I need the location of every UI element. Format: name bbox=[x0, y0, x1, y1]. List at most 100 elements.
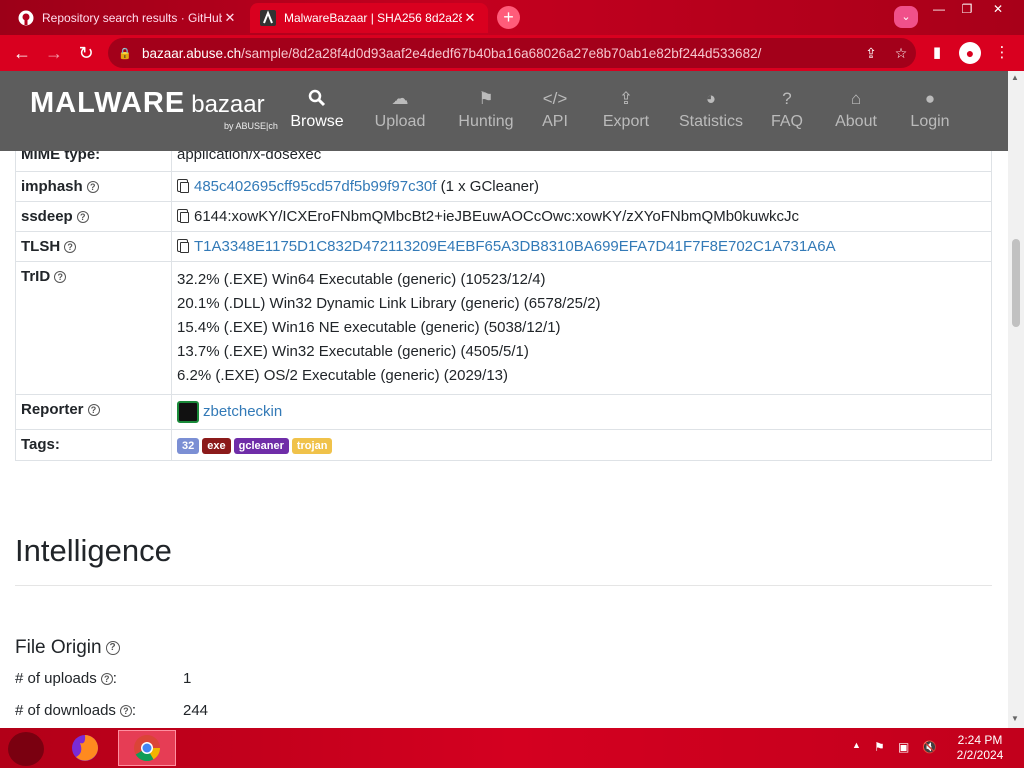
tlsh-link[interactable]: T1A3348E1175D1C832D472113209E4EBF65A3DB8… bbox=[194, 238, 836, 255]
help-icon[interactable]: ? bbox=[87, 404, 100, 417]
copy-icon[interactable] bbox=[177, 179, 189, 193]
reporter-avatar bbox=[177, 401, 199, 423]
side-panel-icon[interactable]: ▮ bbox=[926, 43, 948, 61]
table-row: TrID? 32.2% (.EXE) Win64 Executable (gen… bbox=[15, 261, 992, 395]
url-text[interactable]: bazaar.abuse.ch/sample/8d2a28f4d0d93aaf2… bbox=[142, 46, 856, 61]
nav-about[interactable]: ⌂ About bbox=[832, 89, 880, 131]
downloads-row: # of downloads?: 244 bbox=[15, 702, 209, 719]
table-row: Tags: 32 exe gcleaner trojan bbox=[15, 429, 992, 461]
uploads-value: 1 bbox=[183, 670, 192, 687]
malwarebazaar-logo[interactable]: MALWARE bazaar by ABUSE|ch bbox=[30, 87, 278, 131]
code-icon: </> bbox=[542, 89, 568, 108]
bookmark-star-icon[interactable]: ☆ bbox=[886, 45, 916, 62]
help-icon[interactable]: ? bbox=[100, 673, 113, 686]
nav-browse[interactable]: Browse bbox=[288, 89, 346, 131]
nav-statistics[interactable]: ◕ Statistics bbox=[678, 89, 744, 131]
page-viewport: MALWARE bazaar by ABUSE|ch Browse ☁ Uploa… bbox=[0, 71, 1008, 728]
start-button[interactable] bbox=[8, 732, 44, 766]
nav-login[interactable]: ● Login bbox=[908, 89, 952, 131]
reload-icon[interactable]: ↻ bbox=[74, 41, 98, 65]
trid-line: 32.2% (.EXE) Win64 Executable (generic) … bbox=[177, 271, 546, 288]
help-icon[interactable]: ? bbox=[119, 705, 132, 718]
sample-details-table: MIME type: application/x-dosexec imphash… bbox=[15, 139, 992, 461]
volume-icon[interactable]: 🔇 bbox=[922, 740, 937, 754]
nav-label: Export bbox=[602, 113, 650, 130]
search-icon bbox=[288, 89, 346, 111]
intelligence-heading: Intelligence bbox=[15, 533, 172, 568]
table-row: imphash? 485c402695cff95cd57df5b99f97c30… bbox=[15, 171, 992, 202]
help-icon[interactable]: ? bbox=[86, 181, 99, 194]
scroll-up-icon[interactable]: ▲ bbox=[1011, 73, 1019, 82]
tab-search-icon[interactable]: ⌄ bbox=[894, 6, 918, 28]
close-window-icon[interactable]: ✕ bbox=[984, 0, 1012, 20]
copy-icon[interactable] bbox=[177, 209, 189, 223]
back-icon[interactable]: ← bbox=[10, 41, 34, 65]
nav-label: Hunting bbox=[458, 113, 514, 130]
tag-badge[interactable]: 32 bbox=[177, 438, 200, 454]
flag-icon[interactable]: ⚑ bbox=[874, 740, 885, 754]
help-icon[interactable]: ? bbox=[54, 271, 67, 284]
scroll-down-icon[interactable]: ▼ bbox=[1011, 714, 1019, 723]
menu-kebab-icon[interactable]: ⋮ bbox=[991, 43, 1013, 61]
nav-label: Upload bbox=[374, 113, 426, 130]
row-key: Reporter bbox=[21, 401, 84, 418]
tab-github[interactable]: Repository search results · GitHub ✕ bbox=[8, 3, 248, 33]
tag-badge[interactable]: trojan bbox=[291, 438, 333, 454]
network-icon[interactable]: ▣ bbox=[898, 740, 909, 754]
hunting-icon: ⚑ bbox=[478, 89, 494, 108]
table-row: Reporter? zbetcheckin bbox=[15, 394, 992, 430]
ssdeep-value: 6144:xowKY/ICXEroFNbmQMbcBt2+ieJBEuwAOCc… bbox=[194, 208, 800, 225]
tab-malwarebazaar[interactable]: MalwareBazaar | SHA256 8d2a28f4 ✕ bbox=[250, 3, 488, 33]
nav-label: Login bbox=[910, 113, 950, 130]
uploads-label: # of uploads bbox=[15, 670, 97, 687]
nav-api[interactable]: </> API bbox=[540, 89, 570, 131]
close-tab-icon[interactable]: ✕ bbox=[222, 10, 238, 26]
nav-hunting[interactable]: ⚑ Hunting bbox=[456, 89, 516, 131]
tray-expand-icon[interactable]: ▲ bbox=[852, 740, 861, 750]
downloads-label: # of downloads bbox=[15, 702, 116, 719]
logo-main-text: MALWARE bbox=[30, 87, 186, 119]
restore-icon[interactable]: ❐ bbox=[953, 0, 981, 20]
forward-icon[interactable]: → bbox=[42, 41, 66, 65]
tag-badge[interactable]: gcleaner bbox=[233, 438, 289, 454]
nav-upload[interactable]: ☁ Upload bbox=[372, 89, 428, 131]
imphash-link[interactable]: 485c402695cff95cd57df5b99f97c30f bbox=[194, 178, 436, 195]
share-icon[interactable]: ⇪ bbox=[856, 45, 886, 62]
clock-time: 2:24 PM bbox=[957, 733, 1003, 747]
imphash-label: imphash? bbox=[15, 171, 172, 202]
firefox-icon[interactable] bbox=[56, 730, 114, 766]
table-row: TLSH? T1A3348E1175D1C832D472113209E4EBF6… bbox=[15, 231, 992, 262]
reporter-label: Reporter? bbox=[15, 394, 172, 430]
trid-label: TrID? bbox=[15, 261, 172, 395]
address-bar[interactable]: 🔒 bazaar.abuse.ch/sample/8d2a28f4d0d93aa… bbox=[108, 38, 916, 68]
scrollbar-thumb[interactable] bbox=[1012, 239, 1020, 327]
help-icon[interactable]: ? bbox=[76, 211, 89, 224]
page-scrollbar[interactable]: ▲ ▼ bbox=[1008, 71, 1024, 728]
site-navbar: MALWARE bazaar by ABUSE|ch Browse ☁ Uploa… bbox=[0, 71, 1008, 151]
close-tab-icon[interactable]: ✕ bbox=[462, 10, 478, 26]
trid-line: 20.1% (.DLL) Win32 Dynamic Link Library … bbox=[177, 295, 601, 312]
trid-line: 6.2% (.EXE) OS/2 Executable (generic) (2… bbox=[177, 367, 508, 384]
reporter-link[interactable]: zbetcheckin bbox=[203, 403, 282, 420]
nav-export[interactable]: ⇪ Export bbox=[600, 89, 652, 131]
help-icon[interactable]: ? bbox=[64, 241, 77, 254]
taskbar-clock[interactable]: 2:24 PM 2/2/2024 bbox=[950, 733, 1010, 763]
pie-chart-icon: ◕ bbox=[705, 89, 717, 108]
nav-faq[interactable]: ? FAQ bbox=[770, 89, 804, 131]
logo-byline: by ABUSE|ch bbox=[224, 121, 278, 131]
imphash-value-cell: 485c402695cff95cd57df5b99f97c30f (1 x GC… bbox=[171, 171, 992, 202]
minimize-icon[interactable]: — bbox=[925, 0, 953, 20]
imphash-extra: (1 x GCleaner) bbox=[440, 178, 539, 195]
help-icon[interactable]: ? bbox=[105, 640, 120, 655]
chrome-icon[interactable] bbox=[118, 730, 176, 766]
new-tab-button[interactable]: + bbox=[497, 6, 520, 29]
row-key: ssdeep bbox=[21, 208, 73, 225]
browser-tab-bar: Repository search results · GitHub ✕ Mal… bbox=[0, 0, 1024, 35]
copy-icon[interactable] bbox=[177, 239, 189, 253]
cloud-upload-icon: ☁ bbox=[391, 89, 409, 108]
tag-badge[interactable]: exe bbox=[202, 438, 231, 454]
profile-avatar-icon[interactable]: ● bbox=[959, 42, 981, 64]
nav-label: About bbox=[835, 113, 877, 130]
nav-label: FAQ bbox=[770, 113, 803, 130]
nav-label: Statistics bbox=[678, 113, 743, 130]
